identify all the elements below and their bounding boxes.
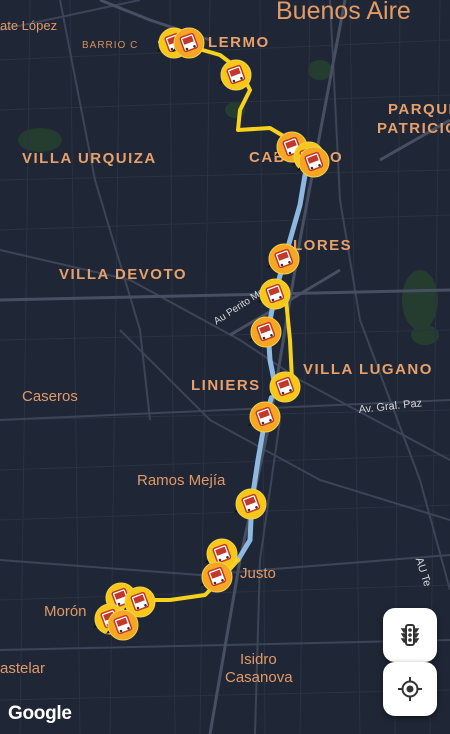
my-location-icon — [398, 677, 422, 701]
label-patricios: PATRICIO — [377, 120, 450, 137]
bus-icon — [172, 27, 205, 59]
label-villa-devoto: VILLA DEVOTO — [59, 266, 188, 283]
bus-icon — [234, 488, 267, 520]
bus-icon — [200, 561, 233, 593]
label-castelar: astelar — [0, 660, 46, 677]
map-view[interactable]: Buenos Aire ate López BARRIO C LERMO PAR… — [0, 0, 450, 734]
label-villa-lugano: VILLA LUGANO — [303, 361, 433, 378]
label-flores: LORES — [293, 237, 353, 254]
label-barrio: BARRIO C — [82, 40, 139, 51]
bus-icon — [219, 59, 252, 91]
bus-icon — [249, 316, 282, 348]
vehicle-marker[interactable] — [172, 26, 206, 60]
vehicle-marker[interactable] — [258, 277, 292, 311]
label-isidro: Isidro — [240, 651, 277, 668]
my-location-button[interactable] — [383, 662, 437, 716]
bus-icon — [106, 609, 139, 641]
vehicle-marker[interactable] — [106, 608, 140, 642]
label-casanova: Casanova — [225, 669, 293, 686]
bus-icon — [258, 278, 291, 310]
vehicle-marker[interactable] — [248, 400, 282, 434]
label-caseros: Caseros — [22, 388, 78, 405]
bus-icon — [267, 243, 300, 275]
vehicle-marker[interactable] — [267, 242, 301, 276]
label-parque: PARQUE — [388, 101, 450, 118]
vehicle-marker[interactable] — [297, 145, 331, 179]
label-buenos-aires: Buenos Aire — [276, 0, 411, 25]
label-caballito-end: O — [330, 149, 344, 166]
vehicle-marker[interactable] — [200, 560, 234, 594]
traffic-layer-button[interactable] — [383, 608, 437, 662]
vehicle-marker[interactable] — [268, 370, 302, 404]
label-liniers: LINIERS — [191, 377, 261, 394]
traffic-light-icon — [400, 624, 420, 646]
vehicle-marker[interactable] — [234, 487, 268, 521]
label-ate-lopez: ate López — [0, 18, 58, 33]
vehicle-marker[interactable] — [219, 58, 253, 92]
label-palermo: LERMO — [208, 34, 270, 51]
bus-icon — [297, 146, 330, 178]
vehicle-marker[interactable] — [249, 315, 283, 349]
bus-icon — [268, 371, 301, 403]
label-moron: Morón — [44, 603, 87, 620]
label-villa-urquiza: VILLA URQUIZA — [22, 150, 157, 167]
bus-icon — [248, 401, 281, 433]
google-attribution: Google — [8, 703, 72, 724]
label-justo: Justo — [240, 565, 276, 582]
label-ramos-mejia: Ramos Mejía — [137, 472, 226, 489]
